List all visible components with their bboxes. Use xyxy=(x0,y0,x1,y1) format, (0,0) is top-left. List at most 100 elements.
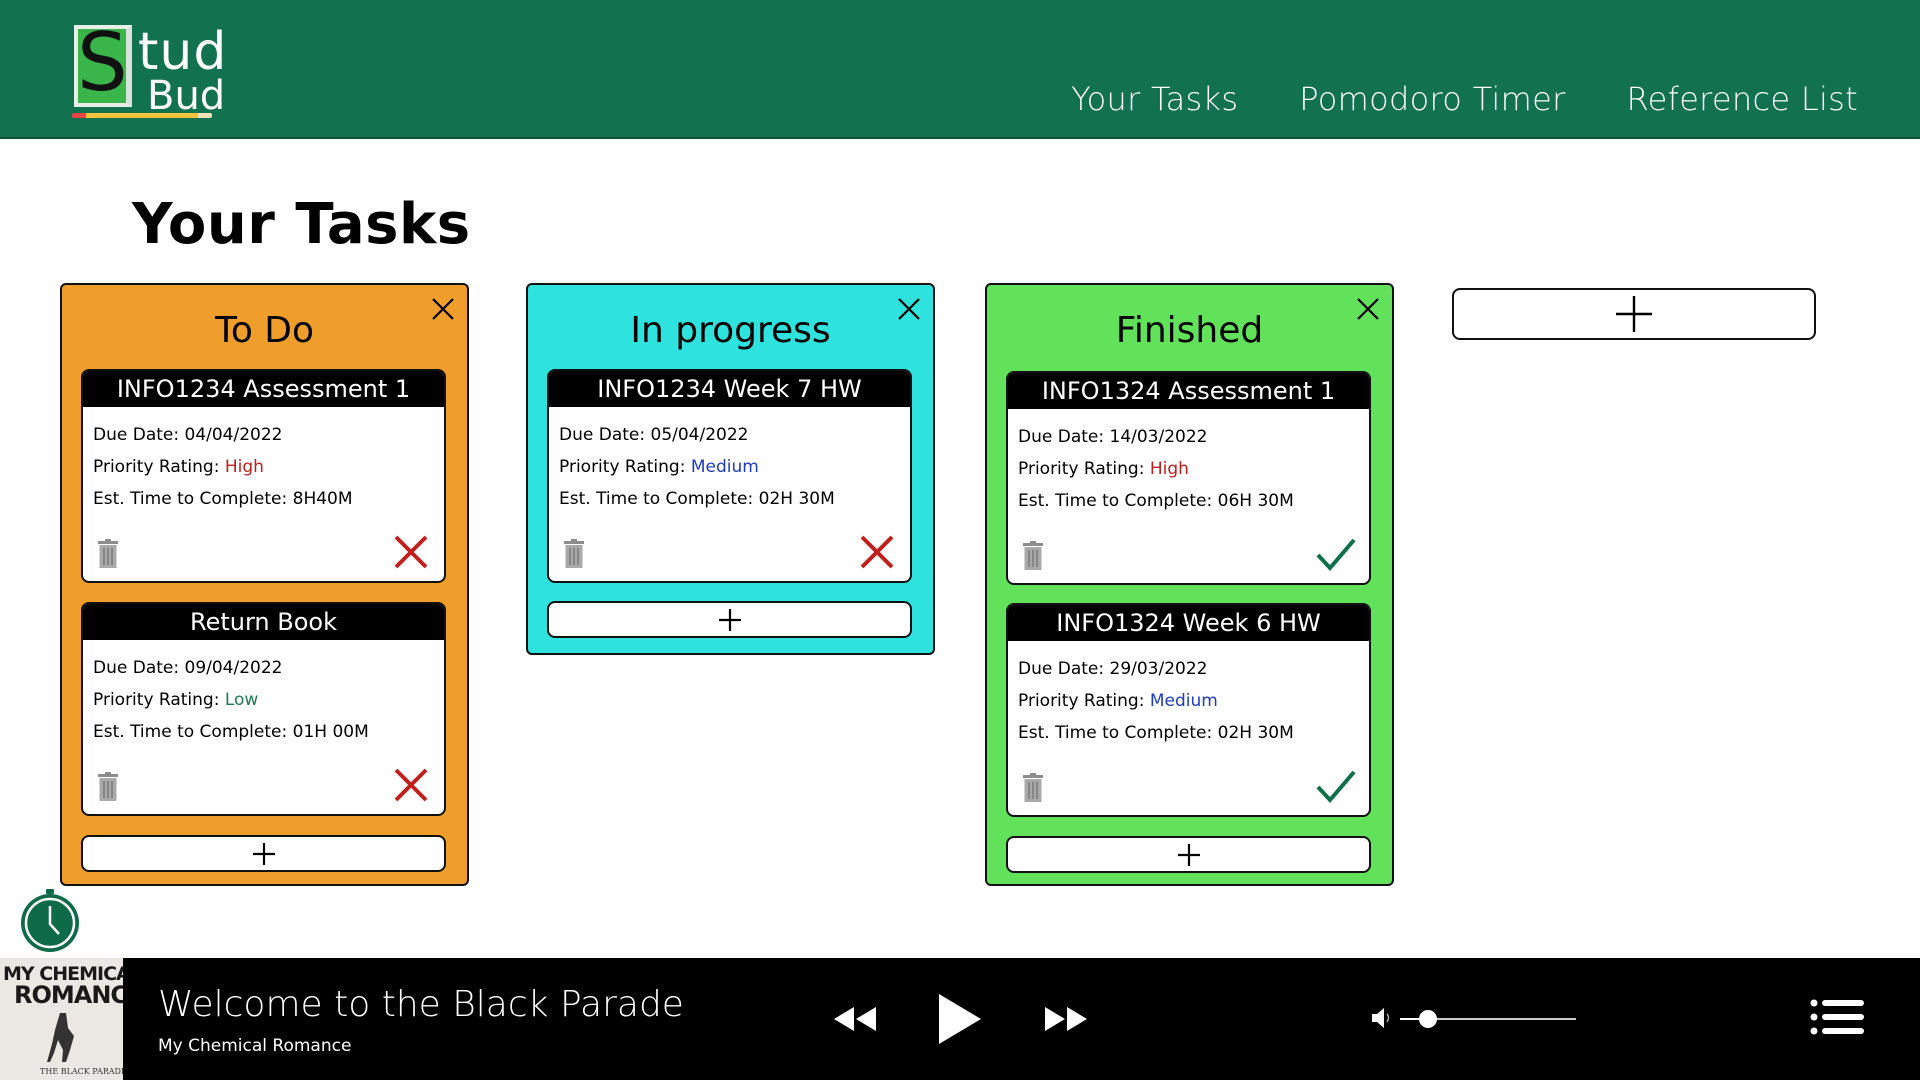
time-line: Est. Time to Complete: 02H 30M xyxy=(1018,723,1294,743)
plus-icon xyxy=(718,608,741,631)
trash-icon[interactable] xyxy=(97,539,119,569)
task-card[interactable]: INFO1324 Assessment 1 Due Date: 14/03/20… xyxy=(1006,371,1371,585)
task-card[interactable]: INFO1234 Assessment 1 Due Date: 04/04/20… xyxy=(81,369,446,583)
task-title: INFO1324 Week 6 HW xyxy=(1008,605,1369,641)
column-in-progress: In progress INFO1234 Week 7 HW Due Date:… xyxy=(526,283,935,655)
trash-icon[interactable] xyxy=(563,539,585,569)
priority-value: High xyxy=(224,457,264,477)
due-date-value: 29/03/2022 xyxy=(1109,659,1208,679)
priority-value: High xyxy=(1149,459,1189,479)
priority-line: Priority Rating: High xyxy=(93,457,264,477)
time-line: Est. Time to Complete: 8H40M xyxy=(93,489,353,509)
due-date-line: Due Date: 04/04/2022 xyxy=(93,425,282,445)
due-date-label: Due Date: xyxy=(559,425,646,445)
due-date-label: Due Date: xyxy=(93,425,180,445)
trash-icon[interactable] xyxy=(1022,541,1044,571)
check-icon[interactable] xyxy=(1315,765,1357,807)
plus-icon xyxy=(1177,843,1200,866)
album-art-image: MY CHEMICAL ROMANCE THE BLACK PARADE xyxy=(0,958,123,1080)
logo-letter: S xyxy=(77,16,128,109)
nav-pomodoro-timer[interactable]: Pomodoro Timer xyxy=(1299,80,1565,118)
rewind-icon[interactable] xyxy=(833,1006,877,1032)
plus-icon xyxy=(1616,296,1652,332)
column-title: To Do xyxy=(214,310,315,351)
priority-value: Medium xyxy=(1149,691,1218,711)
column-finished: Finished INFO1324 Assessment 1 Due Date:… xyxy=(985,283,1394,886)
due-date-line: Due Date: 05/04/2022 xyxy=(559,425,748,445)
due-date-value: 14/03/2022 xyxy=(1109,427,1208,447)
due-date-label: Due Date: xyxy=(1018,427,1105,447)
task-card[interactable]: INFO1324 Week 6 HW Due Date: 29/03/2022 … xyxy=(1006,603,1371,817)
fast-forward-icon[interactable] xyxy=(1044,1006,1088,1032)
priority-line: Priority Rating: High xyxy=(1018,459,1189,479)
column-to-do: To Do INFO1234 Assessment 1 Due Date: 04… xyxy=(60,283,469,886)
add-column-button[interactable] xyxy=(1452,288,1816,340)
priority-line: Priority Rating: Low xyxy=(93,690,258,710)
time-line: Est. Time to Complete: 01H 00M xyxy=(93,722,369,742)
priority-label: Priority Rating: xyxy=(559,457,686,477)
task-title: INFO1234 Assessment 1 xyxy=(83,371,444,407)
logo-pencil-shape xyxy=(72,113,212,118)
due-date-line: Due Date: 29/03/2022 xyxy=(1018,659,1207,679)
time-label: Est. Time to Complete: xyxy=(559,489,754,509)
add-task-button[interactable] xyxy=(547,601,912,638)
cross-icon[interactable] xyxy=(390,531,432,573)
nav-reference-list[interactable]: Reference List xyxy=(1627,80,1858,118)
time-line: Est. Time to Complete: 02H 30M xyxy=(559,489,835,509)
song-title: Welcome to the Black Parade xyxy=(158,984,684,1025)
volume-slider-handle[interactable] xyxy=(1419,1010,1438,1028)
due-date-label: Due Date: xyxy=(1018,659,1105,679)
time-label: Est. Time to Complete: xyxy=(93,489,288,509)
check-icon[interactable] xyxy=(1315,533,1357,575)
priority-value: Low xyxy=(224,690,259,710)
song-artist: My Chemical Romance xyxy=(158,1036,352,1056)
due-date-value: 05/04/2022 xyxy=(650,425,749,445)
time-line: Est. Time to Complete: 06H 30M xyxy=(1018,491,1294,511)
priority-line: Priority Rating: Medium xyxy=(1018,691,1218,711)
time-value: 01H 00M xyxy=(292,722,369,742)
logo-text-line1: tud xyxy=(138,22,228,82)
time-label: Est. Time to Complete: xyxy=(93,722,288,742)
due-date-line: Due Date: 09/04/2022 xyxy=(93,658,282,678)
task-title: INFO1324 Assessment 1 xyxy=(1008,373,1369,409)
page-title: Your Tasks xyxy=(132,192,471,257)
column-title: In progress xyxy=(630,310,831,351)
trash-icon[interactable] xyxy=(1022,773,1044,803)
add-task-button[interactable] xyxy=(1006,836,1371,873)
time-value: 02H 30M xyxy=(758,489,835,509)
due-date-label: Due Date: xyxy=(93,658,180,678)
due-date-line: Due Date: 14/03/2022 xyxy=(1018,427,1207,447)
task-title: INFO1234 Week 7 HW xyxy=(549,371,910,407)
due-date-value: 04/04/2022 xyxy=(184,425,283,445)
plus-icon xyxy=(252,842,275,865)
studbud-logo[interactable]: S tud Bud xyxy=(72,16,226,122)
album-art[interactable]: MY CHEMICAL ROMANCE THE BLACK PARADE xyxy=(0,958,123,1080)
priority-label: Priority Rating: xyxy=(93,690,220,710)
main-nav: Your Tasks Pomodoro Timer Reference List xyxy=(1071,80,1858,118)
svg-text:THE BLACK PARADE: THE BLACK PARADE xyxy=(40,1067,123,1076)
queue-icon[interactable] xyxy=(1810,998,1866,1036)
clock-icon[interactable] xyxy=(18,889,82,953)
priority-line: Priority Rating: Medium xyxy=(559,457,759,477)
time-label: Est. Time to Complete: xyxy=(1018,491,1213,511)
task-card[interactable]: INFO1234 Week 7 HW Due Date: 05/04/2022 … xyxy=(547,369,912,583)
nav-your-tasks[interactable]: Your Tasks xyxy=(1071,80,1238,118)
time-value: 06H 30M xyxy=(1217,491,1294,511)
trash-icon[interactable] xyxy=(97,772,119,802)
priority-label: Priority Rating: xyxy=(93,457,220,477)
volume-icon[interactable] xyxy=(1370,1007,1396,1029)
music-player: MY CHEMICAL ROMANCE THE BLACK PARADE Wel… xyxy=(0,958,1920,1080)
play-icon[interactable] xyxy=(937,992,983,1046)
priority-label: Priority Rating: xyxy=(1018,691,1145,711)
add-task-button[interactable] xyxy=(81,835,446,872)
svg-text:ROMANCE: ROMANCE xyxy=(14,981,123,1009)
task-card[interactable]: Return Book Due Date: 09/04/2022 Priorit… xyxy=(81,602,446,816)
due-date-value: 09/04/2022 xyxy=(184,658,283,678)
cross-icon[interactable] xyxy=(856,531,898,573)
time-value: 02H 30M xyxy=(1217,723,1294,743)
column-title: Finished xyxy=(1115,310,1264,351)
priority-value: Medium xyxy=(690,457,759,477)
logo-text-line2: Bud xyxy=(147,73,226,119)
priority-label: Priority Rating: xyxy=(1018,459,1145,479)
cross-icon[interactable] xyxy=(390,764,432,806)
